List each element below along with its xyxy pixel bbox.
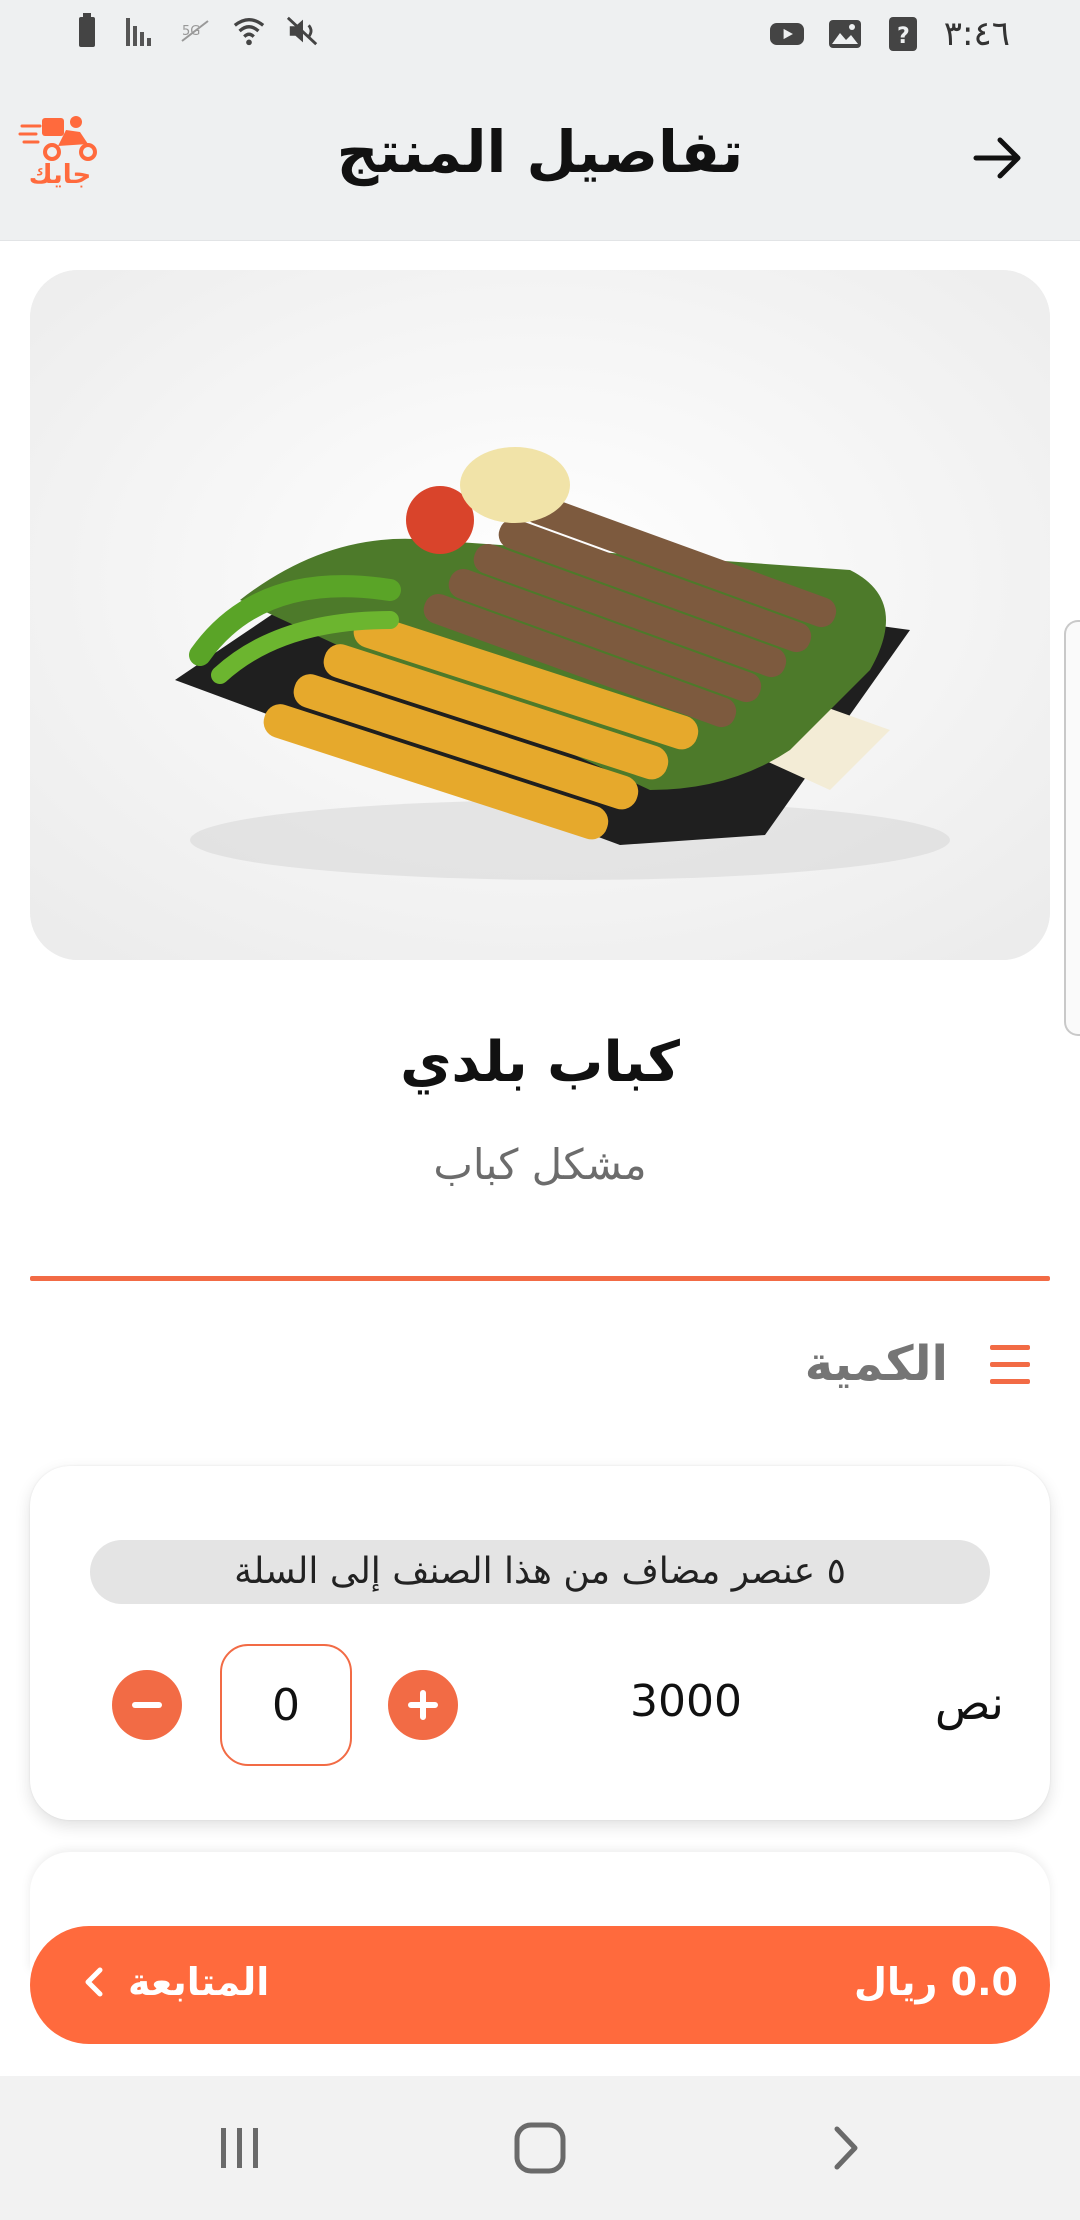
product-category: مشكل كباب: [433, 1140, 647, 1189]
proceed-bar[interactable]: 0.0 ريال المتابعة: [30, 1926, 1050, 2044]
numbered-list-icon: 1 2 3: [963, 1337, 1032, 1393]
minus-icon: [132, 1702, 162, 1708]
decrease-quantity-button[interactable]: [112, 1670, 182, 1740]
proceed-button[interactable]: المتابعة: [80, 1960, 269, 2004]
system-nav-bar: [0, 2076, 1080, 2220]
back-button[interactable]: [968, 128, 1028, 188]
home-icon: [514, 2122, 566, 2174]
recent-apps-button[interactable]: [210, 2118, 270, 2178]
order-total: 0.0 ريال: [854, 1960, 1018, 2004]
question-icon: ?: [886, 17, 920, 51]
home-button[interactable]: [510, 2118, 570, 2178]
chevron-right-icon: [834, 2126, 858, 2170]
section-divider: [30, 1276, 1050, 1281]
gallery-icon: [828, 17, 862, 51]
product-image: [30, 270, 1050, 960]
plus-icon: [408, 1690, 438, 1720]
svg-text:5G: 5G: [182, 24, 200, 39]
edge-panel-handle[interactable]: [1064, 620, 1080, 1036]
quantity-header: 1 2 3 الكمية: [804, 1336, 1032, 1393]
signal-icon: [124, 14, 158, 48]
quantity-input[interactable]: 0: [220, 1644, 352, 1766]
quantity-title: الكمية: [804, 1336, 948, 1392]
arrow-right-icon: [973, 137, 1021, 179]
increase-quantity-button[interactable]: [388, 1670, 458, 1740]
wifi-icon: [232, 14, 266, 48]
mute-icon: [286, 14, 320, 48]
youtube-icon: [769, 17, 804, 51]
page-title: تفاصيل المنتج: [336, 118, 744, 186]
back-nav-button[interactable]: [815, 2118, 875, 2178]
product-name: كباب بلدي: [400, 1030, 680, 1095]
recent-apps-icon: [221, 2128, 258, 2168]
app-bar: جايك تفاصيل المنتج: [0, 70, 1080, 241]
battery-icon: [70, 13, 104, 48]
proceed-label: المتابعة: [128, 1960, 270, 2004]
option-price: 3000: [630, 1676, 742, 1727]
svg-text:?: ?: [897, 24, 910, 49]
status-time: ٣:٤٦: [943, 14, 1010, 54]
option-card: ٥ عنصر مضاف من هذا الصنف إلى السلة نص 30…: [30, 1466, 1050, 1820]
status-bar: 5G ? ٣:٤٦: [0, 0, 1080, 70]
size-label: نص: [934, 1676, 1004, 1730]
5g-off-icon: 5G: [178, 14, 212, 48]
cart-status-badge: ٥ عنصر مضاف من هذا الصنف إلى السلة: [90, 1540, 990, 1604]
chevron-left-icon: [85, 1967, 103, 1997]
